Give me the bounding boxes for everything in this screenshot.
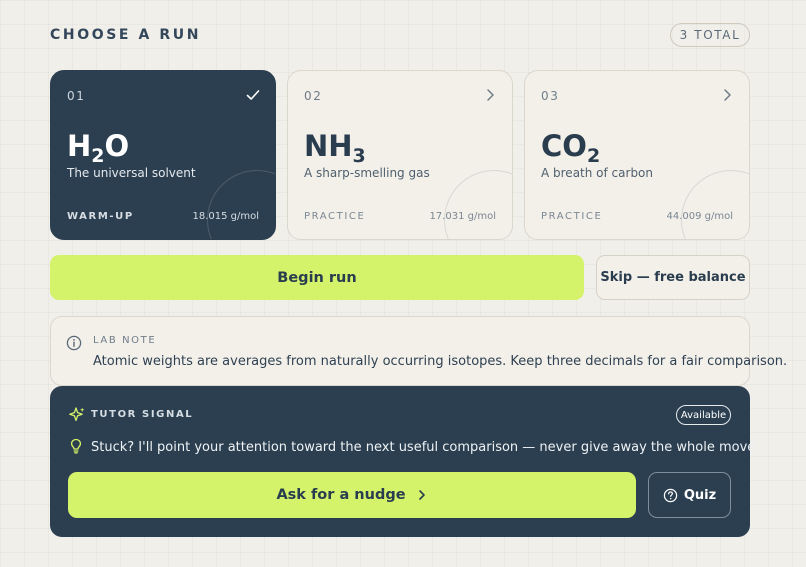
total-count-badge: 3 TOTAL bbox=[670, 23, 750, 47]
tutor-signal-panel: TUTOR SIGNAL Available Stuck? I'll point… bbox=[50, 386, 759, 537]
run-card-nh3[interactable]: 02 NH 3 A sharp-smelling gas PRACTICE 17.… bbox=[287, 70, 513, 240]
sparkle-icon bbox=[69, 407, 85, 422]
run-formula: H2O bbox=[67, 129, 130, 167]
decorative-circle bbox=[207, 170, 275, 239]
nudge-label: Ask for a nudge bbox=[276, 487, 406, 503]
run-formula: NH 3 bbox=[304, 129, 366, 167]
run-description: A breath of carbon bbox=[541, 166, 654, 180]
chevron-right-icon bbox=[418, 490, 425, 500]
run-tier: PRACTICE bbox=[541, 211, 603, 222]
decorative-circle bbox=[444, 170, 512, 239]
run-molar-mass: 44.009 g/mol bbox=[666, 211, 733, 222]
run-description: The universal solvent bbox=[67, 166, 196, 180]
check-icon bbox=[246, 90, 260, 100]
info-icon bbox=[66, 335, 82, 351]
run-number: 03 bbox=[541, 89, 560, 103]
question-circle-icon bbox=[663, 488, 678, 502]
run-molar-mass: 17.031 g/mol bbox=[429, 211, 496, 222]
run-description: A sharp-smelling gas bbox=[304, 166, 430, 180]
ask-for-nudge-button[interactable]: Ask for a nudge bbox=[68, 472, 636, 518]
run-number: 02 bbox=[304, 89, 323, 103]
chevron-right-icon bbox=[487, 89, 494, 101]
run-number: 01 bbox=[67, 89, 86, 103]
tutor-signal-label: TUTOR SIGNAL bbox=[91, 409, 194, 420]
page-header-title: CHOOSE A RUN bbox=[50, 27, 202, 43]
tutor-message: Stuck? I'll point your attention toward … bbox=[91, 440, 760, 455]
quiz-label: Quiz bbox=[683, 487, 717, 503]
chevron-right-icon bbox=[724, 89, 731, 101]
run-card-h2o[interactable]: 01 H2O The universal solvent WARM-UP 18.… bbox=[50, 70, 276, 240]
run-card-co2[interactable]: 03 CO 2 A breath of carbon PRACTICE 44.00… bbox=[524, 70, 750, 240]
decorative-circle bbox=[681, 170, 749, 239]
quiz-button[interactable]: Quiz bbox=[648, 472, 731, 518]
begin-run-button[interactable]: Begin run bbox=[50, 255, 584, 300]
lab-note-panel: LAB NOTE Atomic weights are averages fro… bbox=[50, 316, 787, 386]
skip-free-balance-button[interactable]: Skip — free balance bbox=[596, 255, 750, 300]
run-formula: CO 2 bbox=[541, 129, 601, 167]
lightbulb-icon bbox=[70, 438, 82, 454]
run-tier: WARM-UP bbox=[67, 211, 134, 222]
run-tier: PRACTICE bbox=[304, 211, 366, 222]
availability-badge: Available bbox=[676, 405, 731, 425]
lab-note-label: LAB NOTE bbox=[93, 335, 157, 346]
run-molar-mass: 18.015 g/mol bbox=[192, 211, 259, 222]
lab-note-text: Atomic weights are averages from natural… bbox=[93, 354, 788, 369]
